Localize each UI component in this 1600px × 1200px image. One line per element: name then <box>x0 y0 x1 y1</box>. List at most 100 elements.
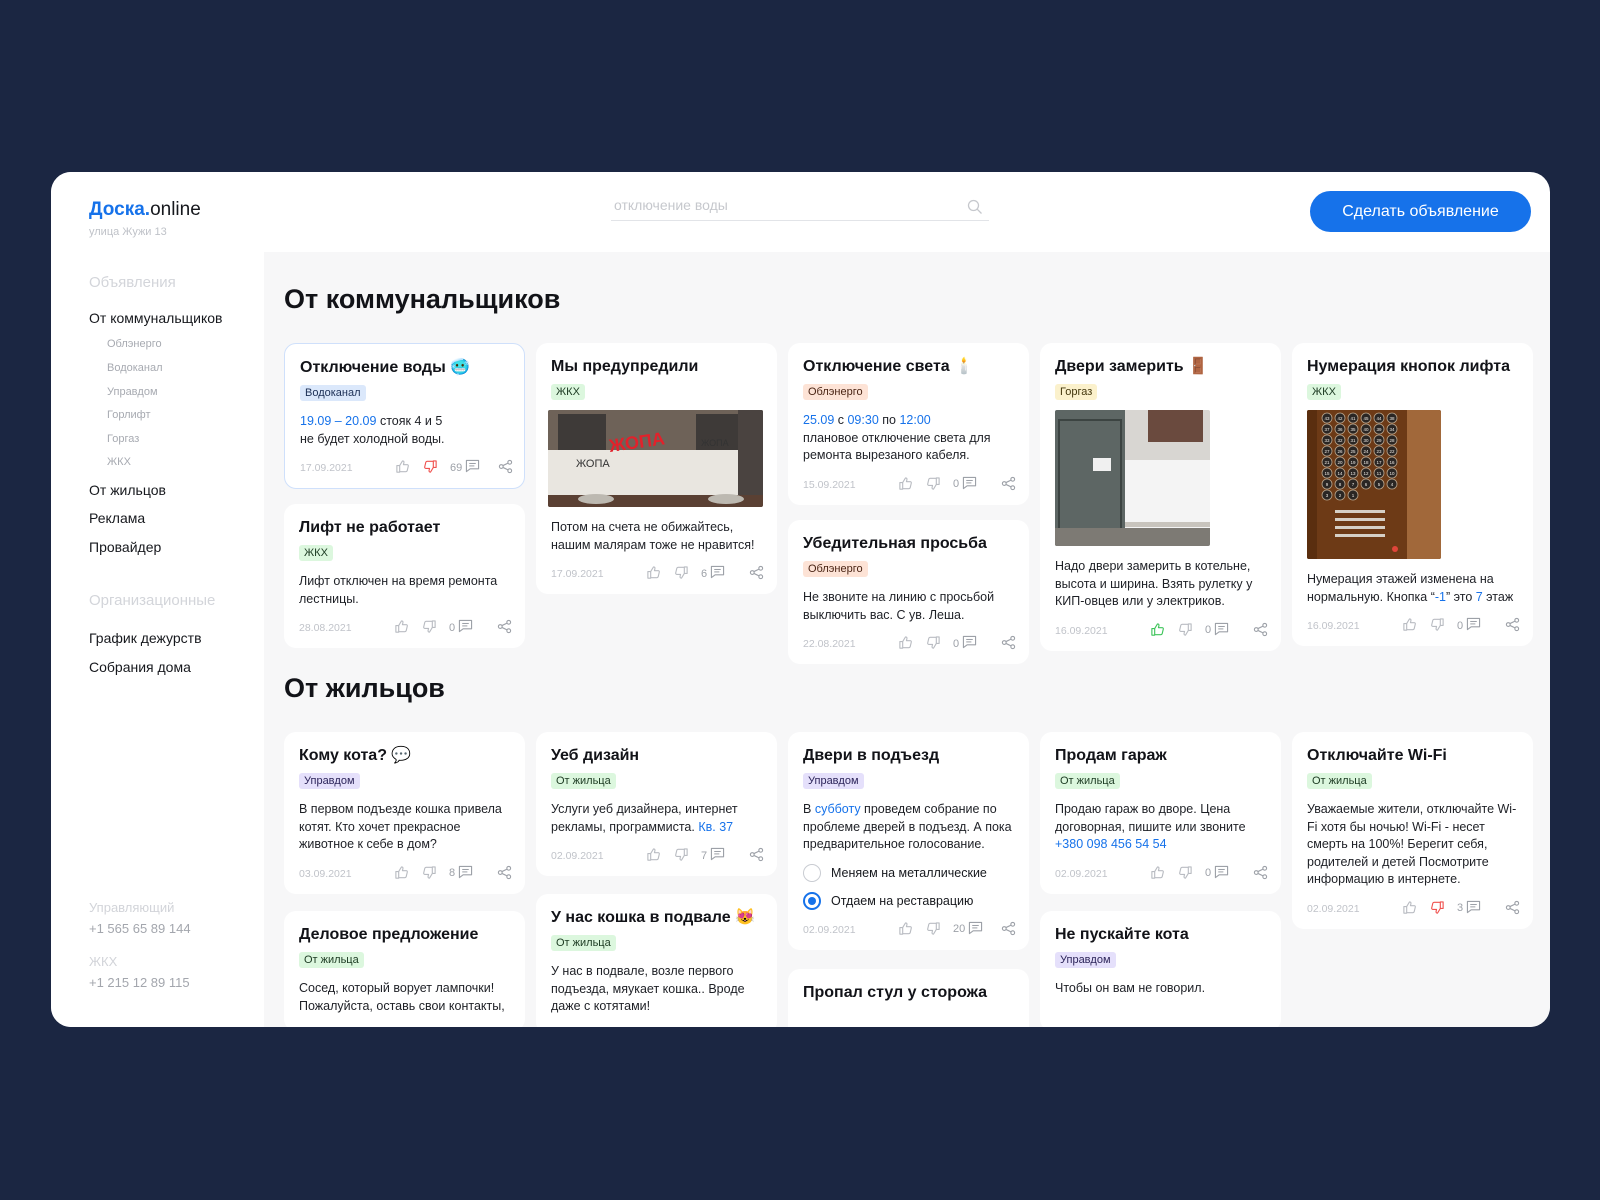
poll-option[interactable]: Меняем на металлические <box>803 863 1014 882</box>
contact-phone[interactable]: +1 565 65 89 144 <box>89 921 191 936</box>
post-card[interactable]: Мы предупредили ЖКХ ЖОПА ЖОПА ЖОПА Потом… <box>536 343 777 594</box>
share-icon[interactable] <box>1001 921 1016 936</box>
apartment-link[interactable]: Кв. 37 <box>698 820 733 834</box>
comments-button[interactable]: 7 <box>701 847 725 864</box>
dislike-icon[interactable] <box>674 847 689 862</box>
sidebar-subitem-zhkh[interactable]: ЖКХ <box>107 456 131 468</box>
sidebar-subitem-vodokanal[interactable]: Водоканал <box>107 362 163 374</box>
post-card[interactable]: Нумерация кнопок лифта ЖКХ 43 42 41 45 44 38 3… <box>1292 343 1533 646</box>
dislike-icon[interactable] <box>1178 865 1193 880</box>
comments-button[interactable]: 0 <box>1205 865 1229 882</box>
sidebar-item-meetings[interactable]: Собрания дома <box>89 659 191 675</box>
post-card[interactable]: Не пускайте кота Управдом Чтобы он вам н… <box>1040 911 1281 1027</box>
comments-button[interactable]: 8 <box>449 865 473 882</box>
post-card[interactable]: Двери замерить 🚪 Горгаз Надо двери замер… <box>1040 343 1281 651</box>
post-tag[interactable]: ЖКХ <box>551 384 585 400</box>
post-tag[interactable]: От жильца <box>1307 773 1372 789</box>
post-card[interactable]: Отключение воды 🥶 Водоканал 19.09 – 20.0… <box>284 343 525 489</box>
phone-link[interactable]: +380 098 456 54 54 <box>1055 837 1167 851</box>
sidebar-subitem-oblenergo[interactable]: Облэнерго <box>107 338 162 350</box>
share-icon[interactable] <box>1253 865 1268 880</box>
sidebar-item-provider[interactable]: Провайдер <box>89 539 161 555</box>
sidebar-item-ads[interactable]: Реклама <box>89 510 145 526</box>
sidebar-item-utility[interactable]: От коммунальщиков <box>89 310 223 326</box>
post-card[interactable]: Отключайте Wi-Fi От жильца Уважаемые жит… <box>1292 732 1533 929</box>
like-icon[interactable] <box>1402 617 1417 632</box>
share-icon[interactable] <box>497 865 512 880</box>
post-tag[interactable]: Управдом <box>803 773 864 789</box>
post-tag[interactable]: Управдом <box>299 773 360 789</box>
post-card[interactable]: Отключение света 🕯️ Облэнерго 25.09 с 09… <box>788 343 1029 505</box>
radio-button[interactable] <box>803 863 821 882</box>
post-card[interactable]: Уеб дизайн От жильца Услуги уеб дизайнер… <box>536 732 777 876</box>
share-icon[interactable] <box>1253 622 1268 637</box>
sidebar-subitem-gorgaz[interactable]: Горгаз <box>107 433 139 445</box>
share-icon[interactable] <box>1001 476 1016 491</box>
comments-button[interactable]: 0 <box>1205 622 1229 639</box>
post-tag[interactable]: Водоканал <box>300 385 366 401</box>
like-icon[interactable] <box>646 847 661 862</box>
post-card[interactable]: Убедительная просьба Облэнерго Не звонит… <box>788 520 1029 664</box>
like-icon[interactable] <box>646 565 661 580</box>
share-icon[interactable] <box>1001 635 1016 650</box>
post-tag[interactable]: Горгаз <box>1055 384 1098 400</box>
post-tag[interactable]: Облэнерго <box>803 561 868 577</box>
sidebar-subitem-gorlift[interactable]: Горлифт <box>107 409 151 421</box>
post-tag[interactable]: От жильца <box>299 952 364 968</box>
comments-button[interactable]: 69 <box>450 459 480 476</box>
comments-button[interactable]: 20 <box>953 921 983 938</box>
comments-button[interactable]: 0 <box>953 635 977 652</box>
like-icon[interactable] <box>394 865 409 880</box>
like-icon[interactable] <box>898 476 913 491</box>
search-icon[interactable] <box>967 199 983 215</box>
like-icon[interactable] <box>395 459 410 474</box>
like-icon[interactable] <box>898 921 913 936</box>
post-tag[interactable]: ЖКХ <box>1307 384 1341 400</box>
dislike-icon[interactable] <box>423 459 438 474</box>
like-icon[interactable] <box>394 619 409 634</box>
share-icon[interactable] <box>498 459 513 474</box>
post-card[interactable]: Продам гараж От жильца Продаю гараж во д… <box>1040 732 1281 894</box>
logo[interactable]: Доска.online <box>89 198 201 222</box>
post-tag[interactable]: Управдом <box>1055 952 1116 968</box>
comments-button[interactable]: 3 <box>1457 900 1481 917</box>
post-card[interactable]: Пропал стул у сторожа <box>788 969 1029 1027</box>
poll-option[interactable]: Отдаем на реставрацию <box>803 891 1014 910</box>
post-card[interactable]: Кому кота? 💬 Управдом В первом подъезде … <box>284 732 525 894</box>
post-tag[interactable]: ЖКХ <box>299 545 333 561</box>
dislike-icon[interactable] <box>926 921 941 936</box>
post-photo-door[interactable] <box>1055 410 1210 546</box>
post-tag[interactable]: От жильца <box>551 935 616 951</box>
post-tag[interactable]: От жильца <box>551 773 616 789</box>
post-tag[interactable]: Облэнерго <box>803 384 868 400</box>
sidebar-subitem-upravdom[interactable]: Управдом <box>107 386 158 398</box>
post-photo-elevator[interactable]: 43 42 41 45 44 38 37 36 35 40 39 34 33 32 31 30 29 28 27 26… <box>1307 410 1441 559</box>
share-icon[interactable] <box>1505 617 1520 632</box>
post-photo-wall[interactable]: ЖОПА ЖОПА ЖОПА <box>548 410 763 507</box>
radio-button-selected[interactable] <box>803 891 821 910</box>
dislike-icon[interactable] <box>1178 622 1193 637</box>
like-icon[interactable] <box>1150 622 1165 637</box>
dislike-icon[interactable] <box>422 865 437 880</box>
post-card[interactable]: Двери в подъезд Управдом В субботу прове… <box>788 732 1029 950</box>
search-input[interactable] <box>611 197 951 213</box>
comments-button[interactable]: 0 <box>953 476 977 493</box>
dislike-icon[interactable] <box>1430 900 1445 915</box>
create-ad-button[interactable]: Сделать объявление <box>1310 191 1531 232</box>
post-card[interactable]: Лифт не работает ЖКХ Лифт отключен на вр… <box>284 504 525 648</box>
sidebar-item-residents[interactable]: От жильцов <box>89 482 166 498</box>
dislike-icon[interactable] <box>926 476 941 491</box>
post-card[interactable]: У нас кошка в подвале 😻 От жильца У нас … <box>536 894 777 1027</box>
sidebar-item-duty[interactable]: График дежурств <box>89 630 202 646</box>
comments-button[interactable]: 0 <box>1457 617 1481 634</box>
dislike-icon[interactable] <box>1430 617 1445 632</box>
share-icon[interactable] <box>749 847 764 862</box>
like-icon[interactable] <box>1150 865 1165 880</box>
dislike-icon[interactable] <box>926 635 941 650</box>
comments-button[interactable]: 0 <box>449 619 473 636</box>
day-link[interactable]: субботу <box>815 802 861 816</box>
post-tag[interactable]: От жильца <box>1055 773 1120 789</box>
like-icon[interactable] <box>1402 900 1417 915</box>
like-icon[interactable] <box>898 635 913 650</box>
dislike-icon[interactable] <box>422 619 437 634</box>
